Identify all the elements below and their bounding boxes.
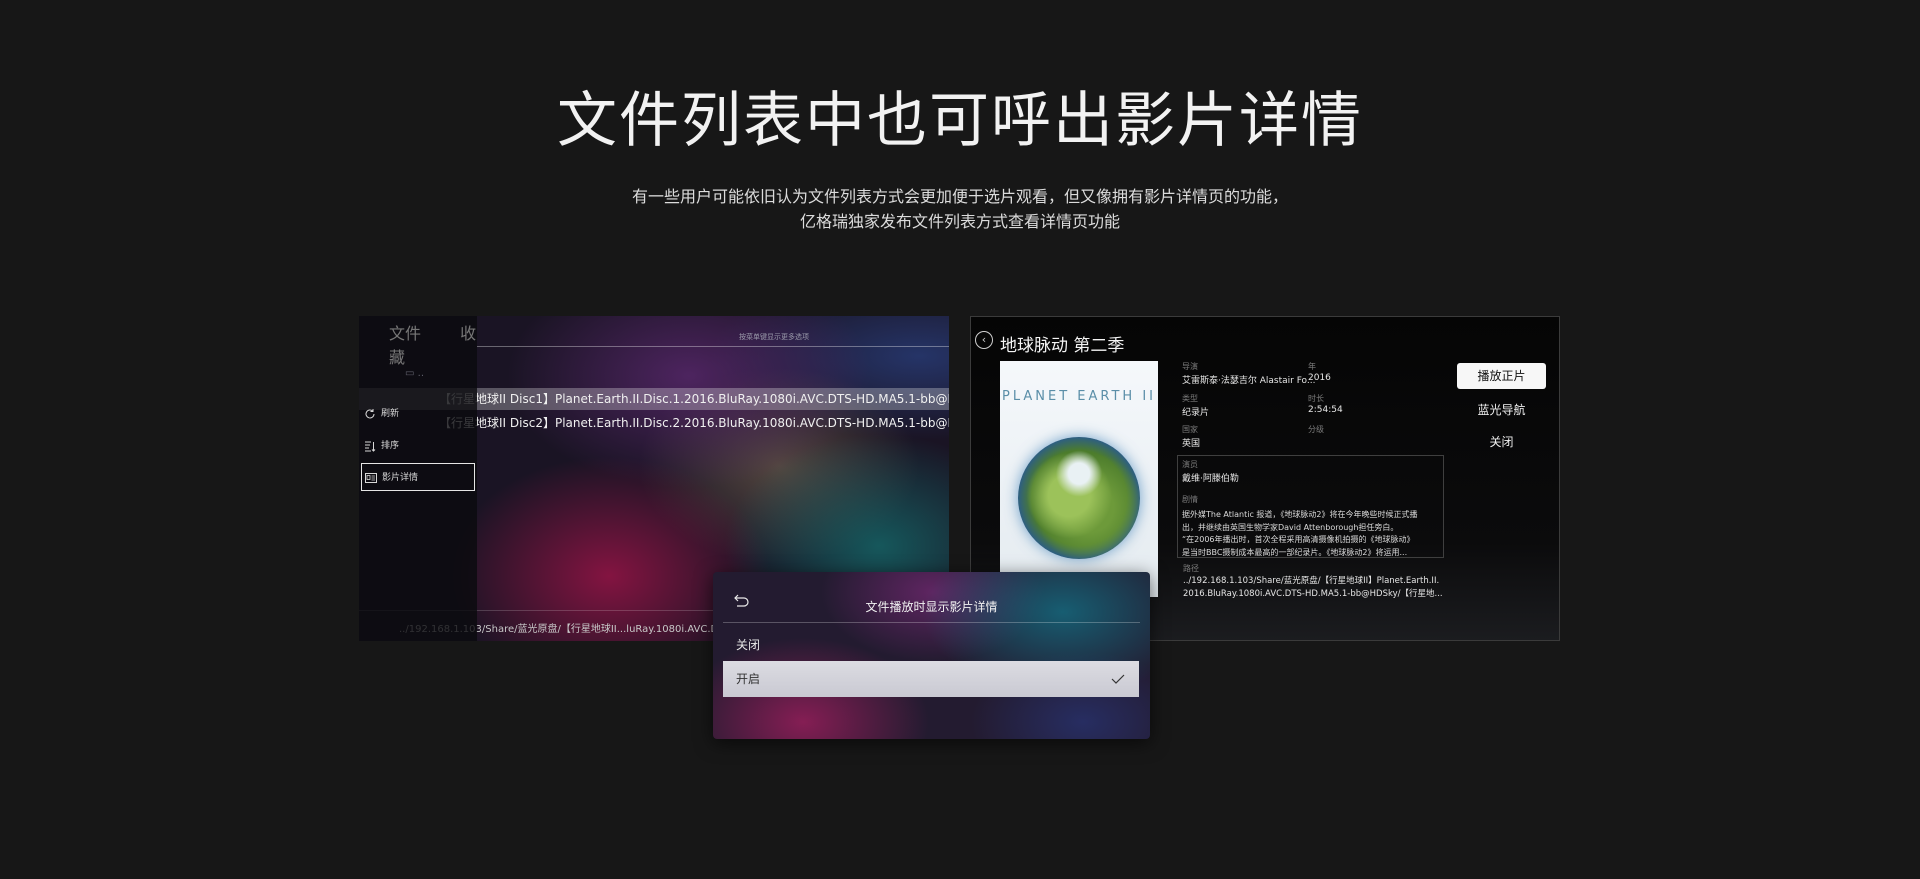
folder-up-item[interactable]: ▭ ..	[405, 368, 424, 379]
play-movie-button[interactable]: 播放正片	[1457, 363, 1546, 389]
plot-line: 出，并继续由英国生物学家David Attenborough担任旁白。	[1182, 522, 1399, 532]
file-path: ../192.168.1.103/Share/蓝光原盘/【行星地球II】Plan…	[1183, 575, 1443, 600]
plot-line: 是当时BBC摄制成本最高的一部纪录片。《地球脉动2》将运用...	[1182, 547, 1408, 557]
genre-label: 类型	[1182, 394, 1198, 403]
path-label: 路径	[1183, 564, 1199, 573]
dialog-divider	[723, 622, 1140, 623]
genre-value: 纪录片	[1182, 408, 1210, 418]
year-value: 2016	[1308, 373, 1331, 383]
close-button[interactable]: 关闭	[1457, 433, 1546, 450]
tab-bar: 文件 收藏	[389, 320, 477, 368]
menu-item-sort[interactable]: 排序	[361, 432, 475, 460]
option-label: 开启	[736, 672, 761, 686]
menu-label: 影片详情	[382, 473, 419, 483]
duration-label: 时长	[1308, 394, 1324, 403]
cast-label: 演员	[1182, 460, 1198, 469]
menu-label: 刷新	[381, 409, 400, 419]
cast-value: 戴维·阿滕伯勒	[1182, 474, 1239, 484]
back-icon[interactable]: ‹	[975, 331, 993, 349]
details-icon	[365, 473, 377, 483]
year-label: 年	[1308, 362, 1316, 371]
header-divider	[477, 346, 949, 347]
poster-title: PLANET EARTH II	[1002, 389, 1156, 404]
director-label: 导演	[1182, 362, 1198, 371]
page-title: 文件列表中也可呼出影片详情	[557, 86, 1363, 156]
show-details-dialog: 文件播放时显示影片详情 关闭 开启	[713, 572, 1150, 739]
side-menu: 文件 收藏 ▭ .. 刷新 排序 影片详情	[359, 316, 477, 641]
file-name: 【行星地球II Disc1】Planet.Earth.II.Disc.1.201…	[439, 392, 949, 406]
menu-item-details[interactable]: 影片详情	[361, 463, 475, 491]
bluray-nav-button[interactable]: 蓝光导航	[1457, 401, 1546, 418]
menu-hint: 按菜单键显示更多选项	[739, 333, 809, 341]
subtitle-line: 有一些用户可能依旧认为文件列表方式会更加便于选片观看，但又像拥有影片详情页的功能…	[631, 187, 1288, 206]
file-name: 【行星地球II Disc2】Planet.Earth.II.Disc.2.201…	[439, 416, 949, 430]
tab-files[interactable]: 文件	[389, 324, 421, 343]
planet-image	[1018, 437, 1140, 559]
menu-label: 排序	[381, 441, 400, 451]
option-on[interactable]: 开启	[723, 661, 1139, 697]
movie-poster: PLANET EARTH II	[1000, 361, 1158, 597]
refresh-icon	[365, 409, 375, 419]
path-line: 2016.BluRay.1080i.AVC.DTS-HD.MA5.1-bb@HD…	[1183, 588, 1443, 599]
path-line: ../192.168.1.103/Share/蓝光原盘/【行星地球II】Plan…	[1183, 576, 1440, 586]
plot-line: 据外媒The Atlantic 报道，《地球脉动2》将在今年晚些时候正式播	[1182, 510, 1418, 519]
plot-label: 剧情	[1182, 495, 1198, 504]
movie-title: 地球脉动 第二季	[1000, 336, 1125, 356]
menu-item-refresh[interactable]: 刷新	[361, 400, 475, 428]
plot-text: 据外媒The Atlantic 报道，《地球脉动2》将在今年晚些时候正式播 出，…	[1182, 509, 1444, 559]
page-subtitle: 有一些用户可能依旧认为文件列表方式会更加便于选片观看，但又像拥有影片详情页的功能…	[0, 184, 1920, 234]
folder-icon: ▭	[405, 368, 415, 379]
description-box: 演员 戴维·阿滕伯勒 剧情 据外媒The Atlantic 报道，《地球脉动2》…	[1177, 455, 1444, 558]
sort-icon	[365, 441, 376, 452]
option-off[interactable]: 关闭	[736, 636, 760, 653]
dialog-title: 文件播放时显示影片详情	[865, 600, 998, 614]
checkmark-icon	[1111, 674, 1125, 684]
duration-value: 2:54:54	[1308, 405, 1343, 415]
folder-up-label: ..	[417, 368, 424, 379]
director-value: 艾雷斯泰·法瑟吉尔 Alastair Fo...	[1182, 376, 1316, 386]
rating-label: 分级	[1308, 425, 1324, 434]
country-label: 国家	[1182, 425, 1198, 434]
country-value: 英国	[1182, 439, 1201, 449]
plot-line: “在2006年播出时，首次全程采用高清摄像机拍摄的《地球脉动》	[1182, 535, 1415, 544]
subtitle-line: 亿格瑞独家发布文件列表方式查看详情页功能	[799, 212, 1120, 231]
